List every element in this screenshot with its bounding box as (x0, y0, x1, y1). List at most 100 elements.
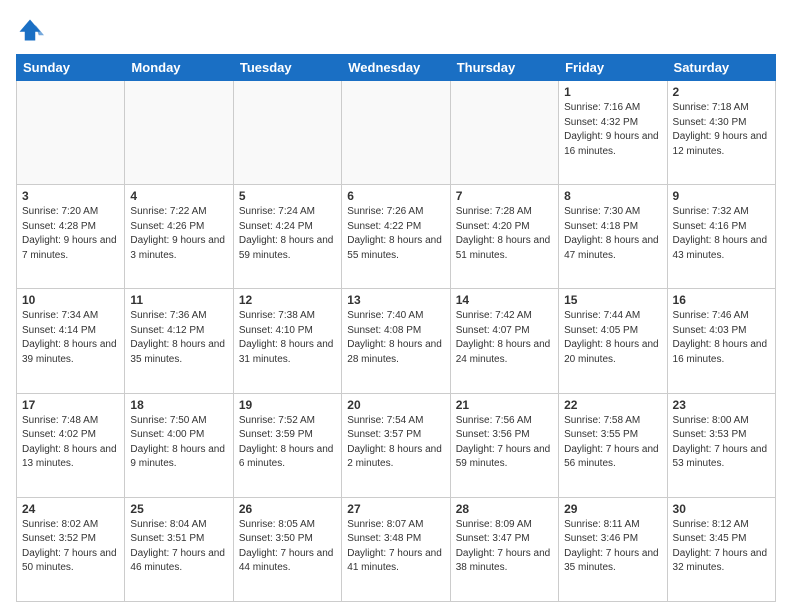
day-cell: 14 Sunrise: 7:42 AMSunset: 4:07 PMDayligh… (450, 289, 558, 393)
day-info: Sunrise: 7:58 AMSunset: 3:55 PMDaylight:… (564, 414, 661, 472)
day-cell: 2 Sunrise: 7:18 AMSunset: 4:30 PMDaylight… (667, 81, 775, 185)
day-number: 15 (564, 293, 661, 307)
day-number: 24 (22, 502, 119, 516)
day-number: 26 (239, 502, 336, 516)
day-info: Sunrise: 8:00 AMSunset: 3:53 PMDaylight:… (673, 414, 770, 472)
day-cell (125, 81, 233, 185)
week-row-2: 3Sunrise: 7:20 AMSunset: 4:28 PMDaylight… (17, 185, 776, 289)
day-cell: 28Sunrise: 8:09 AMSunset: 3:47 PMDayligh… (450, 497, 558, 601)
day-cell: 8 Sunrise: 7:30 AMSunset: 4:18 PMDaylight… (559, 185, 667, 289)
day-info: Sunrise: 7:54 AMSunset: 3:57 PMDaylight:… (347, 414, 444, 472)
day-cell: 27 Sunrise: 8:07 AMSunset: 3:48 PMDayligh… (342, 497, 450, 601)
col-header-thursday: Thursday (450, 55, 558, 81)
day-info: Sunrise: 7:22 AMSunset: 4:26 PMDaylight:… (130, 205, 227, 263)
col-header-sunday: Sunday (17, 55, 125, 81)
day-number: 1 (564, 85, 661, 99)
col-header-saturday: Saturday (667, 55, 775, 81)
day-number: 29 (564, 502, 661, 516)
day-number: 17 (22, 398, 119, 412)
day-cell: 9 Sunrise: 7:32 AMSunset: 4:16 PMDaylight… (667, 185, 775, 289)
week-row-3: 10 Sunrise: 7:34 AMSunset: 4:14 PMDayligh… (17, 289, 776, 393)
day-info: Sunrise: 8:07 AMSunset: 3:48 PMDaylight:… (347, 518, 444, 576)
day-cell: 18 Sunrise: 7:50 AMSunset: 4:00 PMDayligh… (125, 393, 233, 497)
day-cell: 23 Sunrise: 8:00 AMSunset: 3:53 PMDayligh… (667, 393, 775, 497)
day-cell: 11 Sunrise: 7:36 AMSunset: 4:12 PMDayligh… (125, 289, 233, 393)
day-cell: 22Sunrise: 7:58 AMSunset: 3:55 PMDayligh… (559, 393, 667, 497)
day-cell (233, 81, 341, 185)
day-number: 13 (347, 293, 444, 307)
day-number: 2 (673, 85, 770, 99)
week-row-4: 17 Sunrise: 7:48 AMSunset: 4:02 PMDayligh… (17, 393, 776, 497)
day-info: Sunrise: 8:05 AMSunset: 3:50 PMDaylight:… (239, 518, 336, 576)
day-info: Sunrise: 7:36 AMSunset: 4:12 PMDaylight:… (130, 309, 227, 367)
day-cell: 6 Sunrise: 7:26 AMSunset: 4:22 PMDaylight… (342, 185, 450, 289)
calendar-table: SundayMondayTuesdayWednesdayThursdayFrid… (16, 54, 776, 602)
day-info: Sunrise: 7:38 AMSunset: 4:10 PMDaylight:… (239, 309, 336, 367)
day-number: 14 (456, 293, 553, 307)
day-info: Sunrise: 8:02 AMSunset: 3:52 PMDaylight:… (22, 518, 119, 576)
day-number: 27 (347, 502, 444, 516)
day-number: 18 (130, 398, 227, 412)
day-info: Sunrise: 7:18 AMSunset: 4:30 PMDaylight:… (673, 101, 770, 159)
day-cell: 20Sunrise: 7:54 AMSunset: 3:57 PMDayligh… (342, 393, 450, 497)
day-number: 25 (130, 502, 227, 516)
day-number: 6 (347, 189, 444, 203)
day-number: 21 (456, 398, 553, 412)
day-info: Sunrise: 7:34 AMSunset: 4:14 PMDaylight:… (22, 309, 119, 367)
day-info: Sunrise: 7:44 AMSunset: 4:05 PMDaylight:… (564, 309, 661, 367)
day-cell: 21 Sunrise: 7:56 AMSunset: 3:56 PMDayligh… (450, 393, 558, 497)
day-cell: 7 Sunrise: 7:28 AMSunset: 4:20 PMDaylight… (450, 185, 558, 289)
day-info: Sunrise: 7:46 AMSunset: 4:03 PMDaylight:… (673, 309, 770, 367)
day-number: 8 (564, 189, 661, 203)
day-cell (450, 81, 558, 185)
day-info: Sunrise: 7:42 AMSunset: 4:07 PMDaylight:… (456, 309, 553, 367)
day-cell: 15 Sunrise: 7:44 AMSunset: 4:05 PMDayligh… (559, 289, 667, 393)
day-info: Sunrise: 8:12 AMSunset: 3:45 PMDaylight:… (673, 518, 770, 576)
day-cell: 3Sunrise: 7:20 AMSunset: 4:28 PMDaylight… (17, 185, 125, 289)
day-number: 7 (456, 189, 553, 203)
day-number: 11 (130, 293, 227, 307)
day-cell: 26 Sunrise: 8:05 AMSunset: 3:50 PMDayligh… (233, 497, 341, 601)
day-info: Sunrise: 7:52 AMSunset: 3:59 PMDaylight:… (239, 414, 336, 472)
day-info: Sunrise: 7:32 AMSunset: 4:16 PMDaylight:… (673, 205, 770, 263)
day-info: Sunrise: 7:56 AMSunset: 3:56 PMDaylight:… (456, 414, 553, 472)
page: SundayMondayTuesdayWednesdayThursdayFrid… (0, 0, 792, 612)
day-number: 16 (673, 293, 770, 307)
day-number: 5 (239, 189, 336, 203)
day-info: Sunrise: 7:48 AMSunset: 4:02 PMDaylight:… (22, 414, 119, 472)
day-cell: 24 Sunrise: 8:02 AMSunset: 3:52 PMDayligh… (17, 497, 125, 601)
day-info: Sunrise: 8:04 AMSunset: 3:51 PMDaylight:… (130, 518, 227, 576)
day-cell: 1 Sunrise: 7:16 AMSunset: 4:32 PMDaylight… (559, 81, 667, 185)
day-cell (17, 81, 125, 185)
day-info: Sunrise: 8:09 AMSunset: 3:47 PMDaylight:… (456, 518, 553, 576)
day-cell: 29 Sunrise: 8:11 AMSunset: 3:46 PMDayligh… (559, 497, 667, 601)
day-cell: 5Sunrise: 7:24 AMSunset: 4:24 PMDaylight… (233, 185, 341, 289)
logo (16, 16, 48, 44)
day-cell: 16 Sunrise: 7:46 AMSunset: 4:03 PMDayligh… (667, 289, 775, 393)
day-number: 12 (239, 293, 336, 307)
day-cell: 25 Sunrise: 8:04 AMSunset: 3:51 PMDayligh… (125, 497, 233, 601)
col-header-tuesday: Tuesday (233, 55, 341, 81)
day-cell: 19 Sunrise: 7:52 AMSunset: 3:59 PMDayligh… (233, 393, 341, 497)
day-info: Sunrise: 7:28 AMSunset: 4:20 PMDaylight:… (456, 205, 553, 263)
col-header-monday: Monday (125, 55, 233, 81)
day-number: 23 (673, 398, 770, 412)
calendar-header-row: SundayMondayTuesdayWednesdayThursdayFrid… (17, 55, 776, 81)
col-header-wednesday: Wednesday (342, 55, 450, 81)
day-number: 30 (673, 502, 770, 516)
day-number: 19 (239, 398, 336, 412)
day-number: 4 (130, 189, 227, 203)
day-cell: 10 Sunrise: 7:34 AMSunset: 4:14 PMDayligh… (17, 289, 125, 393)
day-cell: 13Sunrise: 7:40 AMSunset: 4:08 PMDayligh… (342, 289, 450, 393)
day-info: Sunrise: 8:11 AMSunset: 3:46 PMDaylight:… (564, 518, 661, 576)
day-info: Sunrise: 7:50 AMSunset: 4:00 PMDaylight:… (130, 414, 227, 472)
header (16, 16, 776, 44)
day-info: Sunrise: 7:30 AMSunset: 4:18 PMDaylight:… (564, 205, 661, 263)
day-number: 10 (22, 293, 119, 307)
day-info: Sunrise: 7:26 AMSunset: 4:22 PMDaylight:… (347, 205, 444, 263)
day-cell: 12 Sunrise: 7:38 AMSunset: 4:10 PMDayligh… (233, 289, 341, 393)
day-info: Sunrise: 7:16 AMSunset: 4:32 PMDaylight:… (564, 101, 661, 159)
day-number: 9 (673, 189, 770, 203)
week-row-5: 24 Sunrise: 8:02 AMSunset: 3:52 PMDayligh… (17, 497, 776, 601)
week-row-1: 1 Sunrise: 7:16 AMSunset: 4:32 PMDaylight… (17, 81, 776, 185)
